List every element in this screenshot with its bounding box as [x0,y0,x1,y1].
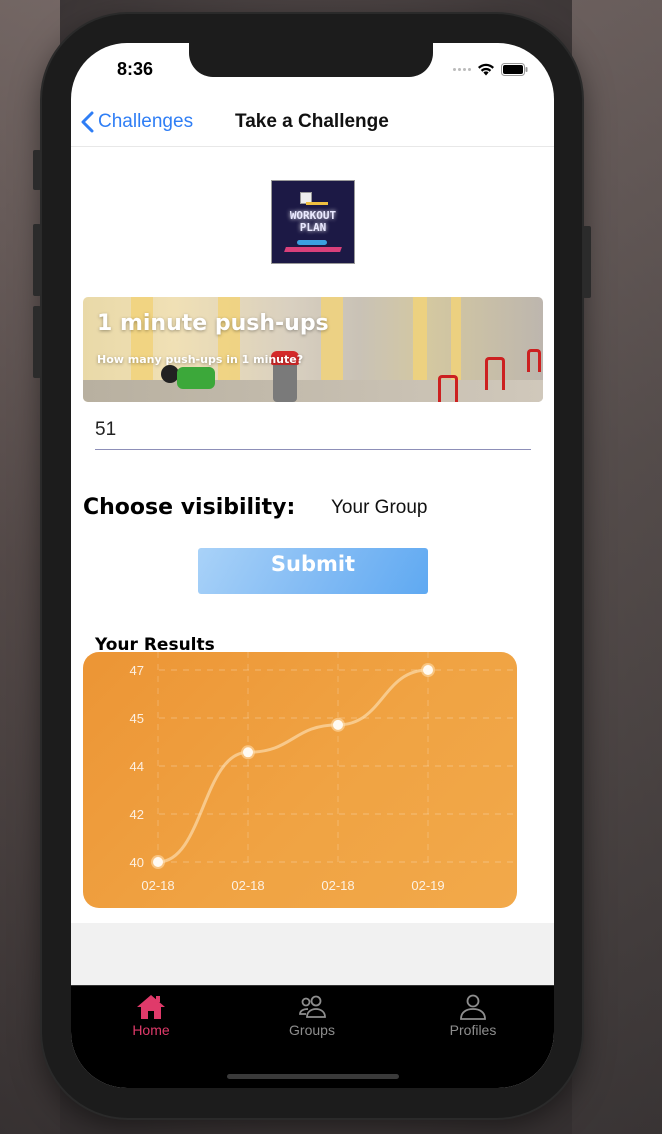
signal-icon [453,68,471,71]
x-tick-label: 02-19 [411,878,444,893]
silent-switch [33,150,41,190]
notch [189,43,433,77]
results-chart: 40 42 44 45 47 02-18 02-18 02-18 02-19 [83,652,517,908]
power-button [583,226,591,298]
data-point [423,665,433,675]
result-input[interactable] [95,411,531,450]
logo-illustration-top [298,192,328,206]
wifi-icon [477,63,495,76]
x-tick-label: 02-18 [231,878,264,893]
navigation-bar: Challenges Take a Challenge [71,101,554,147]
visibility-label: Choose visibility: [83,495,296,520]
chevron-left-icon [81,111,94,133]
x-tick-label: 02-18 [141,878,174,893]
background-right [572,0,662,1134]
home-indicator[interactable] [227,1074,399,1079]
data-point [333,719,343,730]
volume-down-button [33,306,41,378]
status-icons [453,63,528,76]
page-title: Take a Challenge [235,111,389,132]
submit-button[interactable]: Submit [198,548,428,594]
x-tick-label: 02-18 [321,878,354,893]
data-point [153,857,163,867]
back-label: Challenges [98,111,194,132]
challenge-title: 1 minute push-ups [97,311,329,336]
chart-svg: 40 42 44 45 47 02-18 02-18 02-18 02-19 [130,652,517,893]
y-tick-label: 42 [130,807,144,822]
groups-icon [299,995,326,1018]
status-time: 8:36 [117,59,154,79]
logo-illustration-bottom [284,238,342,252]
visibility-picker[interactable]: Your Group [331,497,427,519]
profile-icon [460,994,486,1020]
tab-bar: Home Groups Profiles [71,985,554,1088]
y-tick-label: 47 [130,663,144,678]
challenge-banner: 1 minute push-ups How many push-ups in 1… [83,297,543,402]
volume-up-button [33,224,41,296]
battery-icon [501,63,528,76]
tab-groups-label: Groups [289,1022,335,1038]
y-tick-label: 45 [130,711,144,726]
phone-frame: 8:36 Challenges Take a Challenge WORKOUT… [33,14,591,1118]
data-point [243,747,253,758]
challenge-subtitle: How many push-ups in 1 minute? [97,353,304,366]
tab-profiles[interactable]: Profiles [413,994,533,1038]
home-icon [137,995,165,1019]
tab-groups[interactable]: Groups [252,994,372,1038]
tab-home[interactable]: Home [91,994,211,1038]
back-button[interactable]: Challenges [81,111,193,133]
screen: 8:36 Challenges Take a Challenge WORKOUT… [71,43,554,1088]
logo-text-line2: PLAN [299,221,327,234]
content-footer-area [71,923,554,985]
workout-plan-logo: WORKOUT PLAN [271,180,355,264]
tab-profiles-label: Profiles [449,1022,497,1038]
y-tick-label: 44 [130,759,144,774]
tab-home-label: Home [132,1022,170,1038]
y-tick-label: 40 [130,855,144,870]
